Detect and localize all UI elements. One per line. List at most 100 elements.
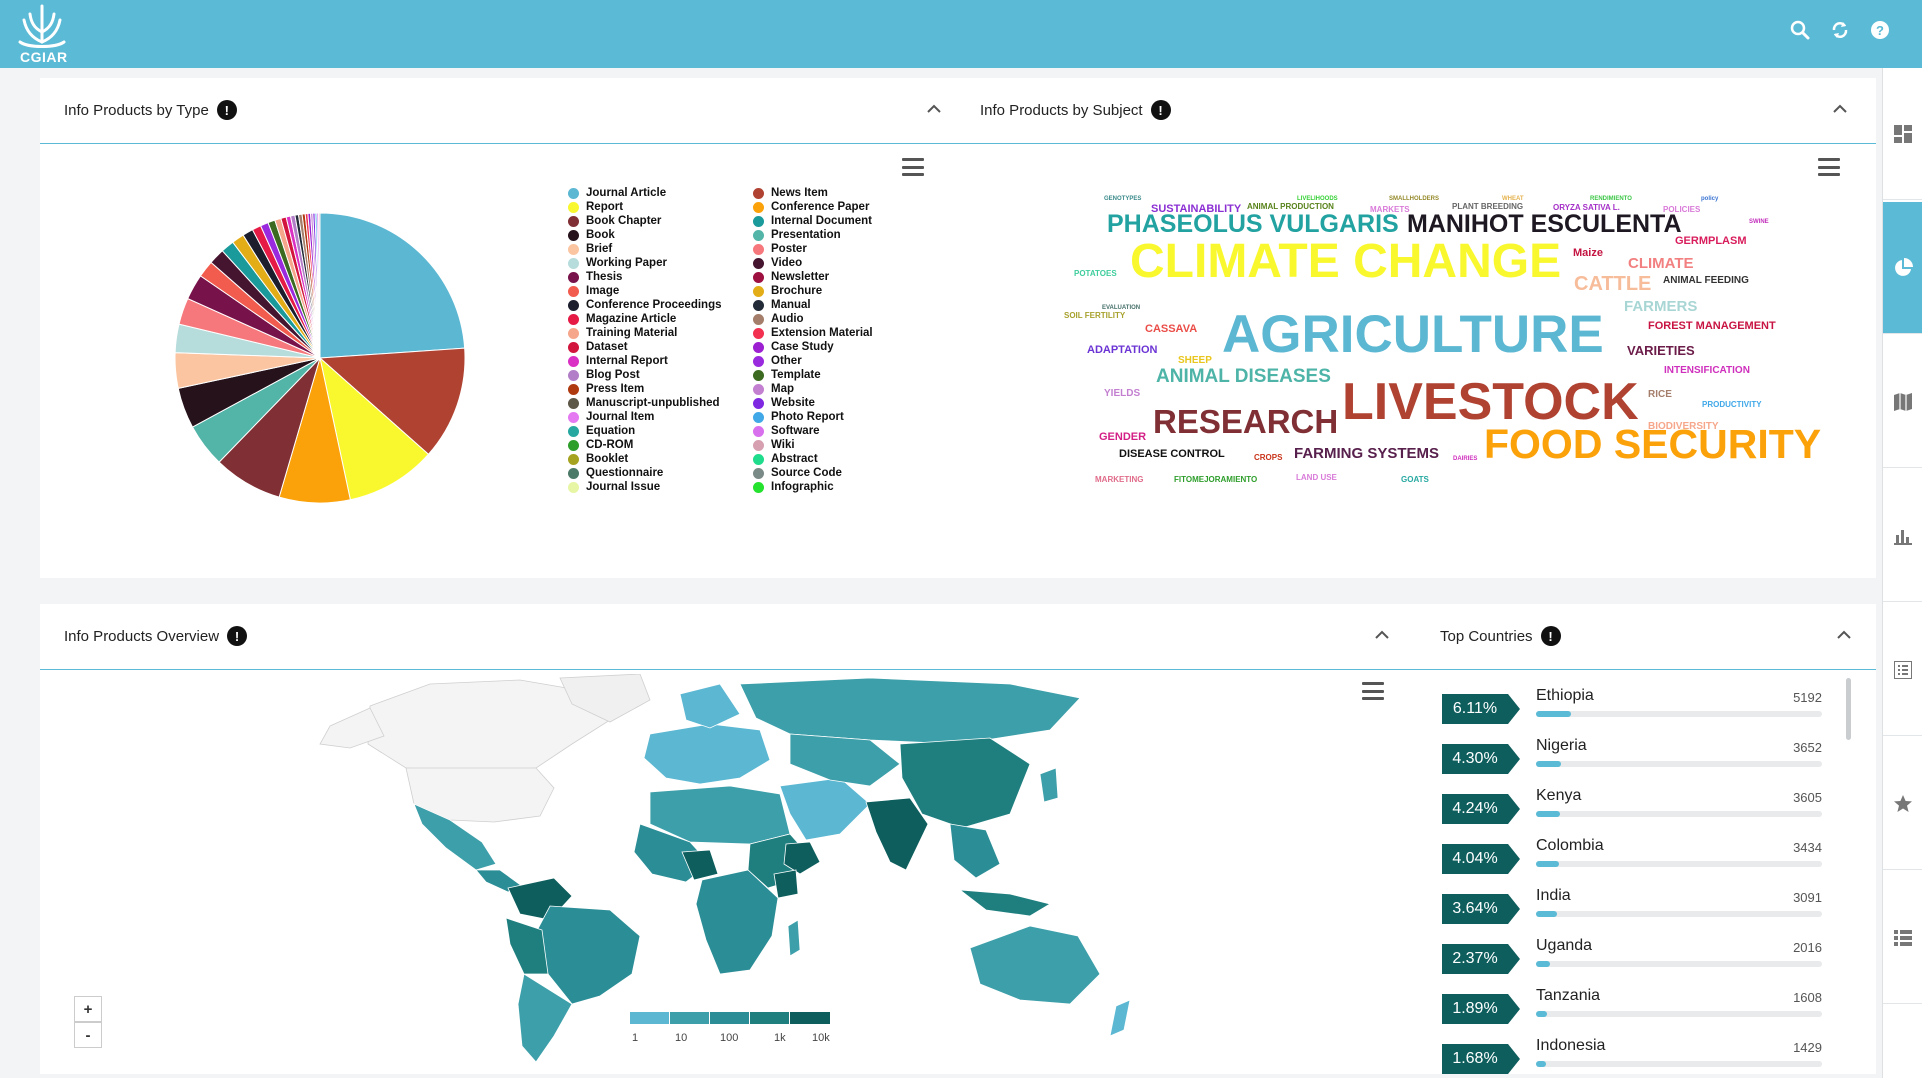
rail-pie-chart[interactable]	[1883, 202, 1922, 334]
word-cloud-term[interactable]: GERMPLASM	[1675, 236, 1747, 247]
word-cloud-term[interactable]: WHEAT	[1502, 196, 1524, 202]
word-cloud-term[interactable]: PRODUCTIVITY	[1702, 401, 1762, 409]
word-cloud-term[interactable]: FITOMEJORAMIENTO	[1174, 476, 1257, 484]
legend-item[interactable]: Software	[753, 424, 933, 438]
legend-item[interactable]: Abstract	[753, 452, 933, 466]
country-row[interactable]: 2.37% Uganda 2016	[1442, 934, 1822, 974]
word-cloud-term[interactable]: GENDER	[1099, 432, 1146, 443]
country-row[interactable]: 6.11% Ethiopia 5192	[1442, 684, 1822, 724]
word-cloud-term[interactable]: MANIHOT ESCULENTA	[1407, 212, 1682, 237]
info-icon[interactable]: !	[1150, 100, 1171, 120]
country-row[interactable]: 1.89% Tanzania 1608	[1442, 984, 1822, 1024]
word-cloud-term[interactable]: YIELDS	[1104, 389, 1140, 399]
legend-item[interactable]: Booklet	[568, 452, 748, 466]
word-cloud-term[interactable]: SOIL FERTILITY	[1064, 312, 1125, 320]
word-cloud-term[interactable]: GOATS	[1401, 476, 1429, 484]
legend-item[interactable]: Brochure	[753, 284, 933, 298]
legend-item[interactable]: Poster	[753, 242, 933, 256]
legend-item[interactable]: Case Study	[753, 340, 933, 354]
word-cloud-term[interactable]: MARKETING	[1095, 476, 1143, 484]
legend-item[interactable]: Video	[753, 256, 933, 270]
legend-item[interactable]: Presentation	[753, 228, 933, 242]
legend-item[interactable]: Website	[753, 396, 933, 410]
chart-menu-icon[interactable]	[902, 158, 924, 176]
legend-item[interactable]: Working Paper	[568, 256, 748, 270]
legend-item[interactable]: Book Chapter	[568, 214, 748, 228]
rail-list[interactable]	[1883, 604, 1922, 736]
legend-item[interactable]: Internal Report	[568, 354, 748, 368]
legend-item[interactable]: Internal Document	[753, 214, 933, 228]
word-cloud-term[interactable]: POTATOES	[1074, 270, 1117, 278]
help-icon[interactable]: ?	[1868, 18, 1892, 42]
word-cloud-term[interactable]: LIVELIHOODS	[1297, 196, 1338, 202]
legend-item[interactable]: Conference Proceedings	[568, 298, 748, 312]
legend-item[interactable]: Source Code	[753, 466, 933, 480]
country-row[interactable]: 4.24% Kenya 3605	[1442, 784, 1822, 824]
legend-item[interactable]: Journal Issue	[568, 480, 748, 494]
word-cloud-term[interactable]: RENDIMIENTO	[1590, 196, 1632, 202]
legend-item[interactable]: Magazine Article	[568, 312, 748, 326]
word-cloud-term[interactable]: ANIMAL DISEASES	[1156, 367, 1331, 386]
refresh-icon[interactable]	[1828, 18, 1852, 42]
word-cloud-term[interactable]: Maize	[1573, 248, 1603, 259]
legend-item[interactable]: Infographic	[753, 480, 933, 494]
word-cloud-term[interactable]: FARMERS	[1624, 299, 1697, 314]
legend-item[interactable]: Manuscript-unpublished	[568, 396, 748, 410]
legend-item[interactable]: Book	[568, 228, 748, 242]
collapse-chevron-icon[interactable]	[1834, 624, 1854, 644]
legend-item[interactable]: Other	[753, 354, 933, 368]
legend-item[interactable]: Journal Item	[568, 410, 748, 424]
country-list-scrollbar[interactable]	[1846, 678, 1851, 740]
info-icon[interactable]: !	[216, 100, 237, 120]
legend-item[interactable]: Newsletter	[753, 270, 933, 284]
rail-dashboard[interactable]	[1883, 68, 1922, 200]
world-choropleth-map[interactable]	[310, 674, 1190, 1064]
legend-item[interactable]: Conference Paper	[753, 200, 933, 214]
legend-item[interactable]: Extension Material	[753, 326, 933, 340]
legend-item[interactable]: Wiki	[753, 438, 933, 452]
word-cloud-term[interactable]: DAIRIES	[1453, 456, 1477, 462]
word-cloud-term[interactable]: SMALLHOLDERS	[1389, 196, 1439, 202]
word-cloud-term[interactable]: RICE	[1648, 390, 1672, 400]
rail-table[interactable]	[1883, 872, 1922, 1004]
word-cloud-term[interactable]: GENOTYPES	[1104, 196, 1141, 202]
legend-item[interactable]: Map	[753, 382, 933, 396]
collapse-chevron-icon[interactable]	[924, 98, 944, 118]
word-cloud-term[interactable]: CASSAVA	[1145, 324, 1197, 335]
legend-item[interactable]: Questionnaire	[568, 466, 748, 480]
pie-slice[interactable]	[319, 212, 466, 359]
zoom-out-button[interactable]: -	[74, 1022, 102, 1048]
word-cloud-term[interactable]: SWINE	[1749, 219, 1769, 225]
country-row[interactable]: 4.30% Nigeria 3652	[1442, 734, 1822, 774]
country-row[interactable]: 3.64% India 3091	[1442, 884, 1822, 924]
word-cloud-term[interactable]: CLIMATE CHANGE	[1130, 238, 1561, 286]
word-cloud-term[interactable]: INTENSIFICATION	[1664, 366, 1750, 376]
word-cloud-term[interactable]: CATTLE	[1574, 274, 1651, 294]
legend-item[interactable]: Training Material	[568, 326, 748, 340]
word-cloud-term[interactable]: DISEASE CONTROL	[1119, 449, 1225, 460]
word-cloud-term[interactable]: ANIMAL FEEDING	[1663, 276, 1749, 286]
legend-item[interactable]: Dataset	[568, 340, 748, 354]
legend-item[interactable]: Audio	[753, 312, 933, 326]
word-cloud-term[interactable]: CROPS	[1254, 454, 1282, 462]
word-cloud-term[interactable]: CLIMATE	[1628, 256, 1694, 271]
country-row[interactable]: 1.68% Indonesia 1429	[1442, 1034, 1822, 1074]
map-menu-icon[interactable]	[1362, 682, 1384, 700]
legend-item[interactable]: Report	[568, 200, 748, 214]
word-cloud-term[interactable]: AGRICULTURE	[1222, 308, 1604, 361]
word-cloud-term[interactable]: policy	[1701, 196, 1718, 202]
word-cloud-term[interactable]: LAND USE	[1296, 474, 1337, 482]
legend-item[interactable]: Image	[568, 284, 748, 298]
legend-item[interactable]: News Item	[753, 186, 933, 200]
info-icon[interactable]: !	[1540, 626, 1561, 646]
collapse-chevron-icon[interactable]	[1372, 624, 1392, 644]
chart-menu-icon[interactable]	[1818, 158, 1840, 176]
legend-item[interactable]: Press Item	[568, 382, 748, 396]
rail-map[interactable]	[1883, 336, 1922, 468]
legend-item[interactable]: Journal Article	[568, 186, 748, 200]
legend-item[interactable]: Equation	[568, 424, 748, 438]
legend-item[interactable]: Photo Report	[753, 410, 933, 424]
legend-item[interactable]: Blog Post	[568, 368, 748, 382]
word-cloud-term[interactable]: VARIETIES	[1627, 344, 1695, 357]
legend-item[interactable]: CD-ROM	[568, 438, 748, 452]
